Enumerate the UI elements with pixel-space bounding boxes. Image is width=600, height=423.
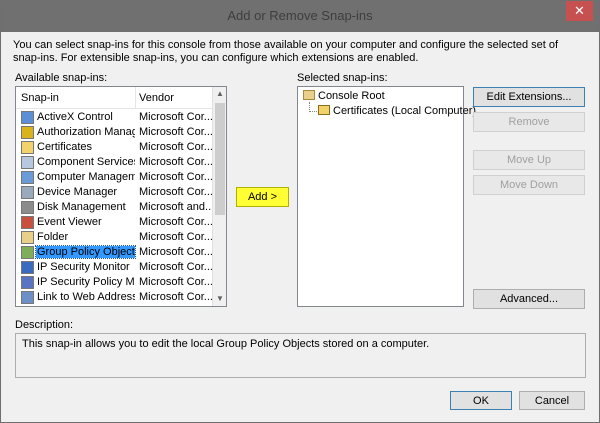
snapin-name: Component Services <box>37 156 135 168</box>
snapin-vendor: Microsoft Cor... <box>139 156 213 168</box>
snapin-vendor: Microsoft Cor... <box>139 261 213 273</box>
list-item[interactable]: Device Manager Microsoft Cor... <box>16 185 213 200</box>
scroll-down-icon[interactable]: ▼ <box>213 292 226 306</box>
column-header-vendor[interactable]: Vendor <box>139 92 174 104</box>
snapin-vendor: Microsoft Cor... <box>139 141 213 153</box>
move-down-button[interactable]: Move Down <box>473 175 585 195</box>
scroll-thumb[interactable] <box>215 103 225 215</box>
snapin-name: Event Viewer <box>37 216 102 228</box>
snapin-name: ActiveX Control <box>37 111 113 123</box>
description-label: Description: <box>15 319 74 331</box>
tree-node-label: Certificates (Local Computer) <box>333 105 477 117</box>
advanced-button[interactable]: Advanced... <box>473 289 585 309</box>
snapin-name: Certificates <box>37 141 93 153</box>
tree-node-certificates[interactable]: Certificates (Local Computer) <box>318 105 476 117</box>
snapin-vendor: Microsoft Cor... <box>139 291 213 303</box>
selected-snapins-label: Selected snap-ins: <box>297 72 388 84</box>
add-remove-snapins-dialog: Add or Remove Snap-ins ✕ You can select … <box>0 0 600 423</box>
component-icon <box>21 156 34 169</box>
snapin-rows: ActiveX Control Microsoft Cor... Authoriza… <box>16 110 213 305</box>
authorization-icon <box>21 126 34 139</box>
intro-text: You can select snap-ins for this console… <box>13 39 559 64</box>
list-item[interactable]: Event Viewer Microsoft Cor... <box>16 215 213 230</box>
snapin-name: Device Manager <box>37 186 118 198</box>
window-title: Add or Remove Snap-ins <box>227 8 373 23</box>
ipsec-icon <box>21 261 34 274</box>
add-button[interactable]: Add > <box>236 187 289 207</box>
snapin-name: Folder <box>37 231 69 243</box>
event-icon <box>21 216 34 229</box>
snapin-vendor: Microsoft Cor... <box>139 231 213 243</box>
certificate-icon <box>21 141 34 154</box>
list-item[interactable]: Component Services Microsoft Cor... <box>16 155 213 170</box>
snapin-vendor: Microsoft Cor... <box>139 126 213 138</box>
policy-icon <box>21 246 34 259</box>
certificate-icon <box>318 105 330 115</box>
list-item[interactable]: Folder Microsoft Cor... <box>16 230 213 245</box>
column-header-snapin[interactable]: Snap-in <box>21 92 59 104</box>
selected-snapins-tree[interactable]: Console Root Certificates (Local Compute… <box>297 86 476 307</box>
cancel-button[interactable]: Cancel <box>519 391 585 410</box>
snapin-name: Computer Managem... <box>37 171 135 183</box>
list-item[interactable]: Certificates Microsoft Cor... <box>16 140 213 155</box>
list-item[interactable]: Disk Management Microsoft and... <box>16 200 213 215</box>
list-item[interactable]: IP Security Policy M... Microsoft Cor... <box>16 275 213 290</box>
close-button[interactable]: ✕ <box>566 1 593 21</box>
edit-extensions-button[interactable]: Edit Extensions... <box>473 87 585 107</box>
snapin-vendor: Microsoft Cor... <box>139 276 213 288</box>
device-icon <box>21 186 34 199</box>
computer-icon <box>21 171 34 184</box>
tree-connector <box>309 102 317 112</box>
tree-node-label: Console Root <box>318 90 385 102</box>
snapin-name: IP Security Monitor <box>37 261 130 273</box>
description-box: This snap-in allows you to edit the loca… <box>15 333 586 378</box>
snapin-name: Link to Web Address <box>37 291 135 303</box>
folder-icon <box>303 90 315 100</box>
snapin-name: Disk Management <box>37 201 126 213</box>
snapin-vendor: Microsoft Cor... <box>139 111 213 123</box>
ok-button[interactable]: OK <box>450 391 512 410</box>
column-divider[interactable] <box>135 87 136 109</box>
folder-icon <box>21 231 34 244</box>
list-item[interactable]: Group Policy Object ...Microsoft Cor... <box>16 245 213 260</box>
description-text: This snap-in allows you to edit the loca… <box>22 338 430 350</box>
move-up-button[interactable]: Move Up <box>473 150 585 170</box>
snapin-vendor: Microsoft Cor... <box>139 186 213 198</box>
snapin-name: Authorization Manager <box>37 126 135 138</box>
list-item[interactable]: Link to Web Address Microsoft Cor... <box>16 290 213 305</box>
link-icon <box>21 291 34 304</box>
disk-icon <box>21 201 34 214</box>
tree-node-console-root[interactable]: Console Root <box>303 90 385 102</box>
list-item[interactable]: Authorization Manager Microsoft Cor... <box>16 125 213 140</box>
available-snapins-list[interactable]: Snap-in Vendor ActiveX Control Microsoft … <box>15 86 227 307</box>
list-item[interactable]: Computer Managem... Microsoft Cor... <box>16 170 213 185</box>
activex-icon <box>21 111 34 124</box>
available-snapins-label: Available snap-ins: <box>15 72 108 84</box>
remove-button[interactable]: Remove <box>473 112 585 132</box>
list-item[interactable]: ActiveX Control Microsoft Cor... <box>16 110 213 125</box>
list-scrollbar[interactable]: ▲ ▼ <box>212 87 226 306</box>
list-item[interactable]: IP Security Monitor Microsoft Cor... <box>16 260 213 275</box>
title-bar: Add or Remove Snap-ins ✕ <box>1 1 599 32</box>
snapin-vendor: Microsoft and... <box>139 201 213 213</box>
snapin-vendor: Microsoft Cor... <box>139 216 213 228</box>
snapin-name: IP Security Policy M... <box>37 276 135 288</box>
snapin-vendor: Microsoft Cor... <box>139 171 213 183</box>
snapin-name: Group Policy Object ... <box>35 245 136 259</box>
scroll-up-icon[interactable]: ▲ <box>213 87 226 101</box>
list-header: Snap-in Vendor <box>16 87 213 109</box>
snapin-vendor: Microsoft Cor... <box>139 246 213 258</box>
ipsec-policy-icon <box>21 276 34 289</box>
